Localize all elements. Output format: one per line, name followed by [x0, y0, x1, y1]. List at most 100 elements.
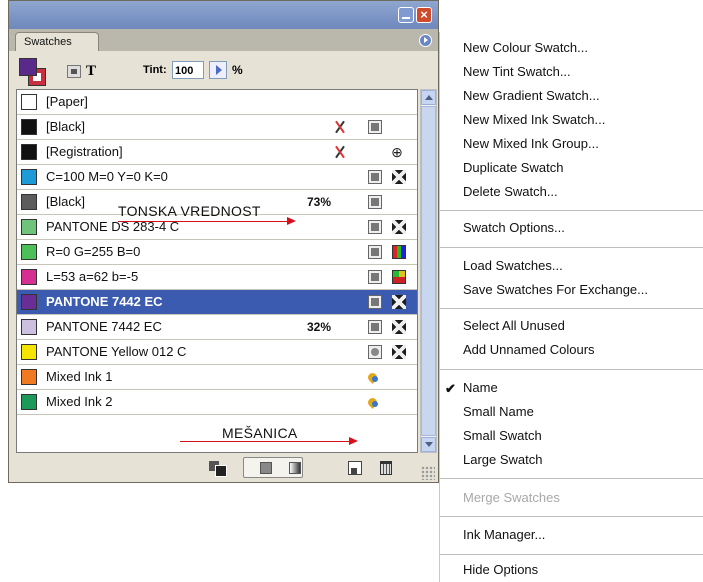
menu-item-ink-manager[interactable]: Ink Manager...	[463, 527, 545, 542]
swatch-row[interactable]: R=0 G=255 B=0	[17, 240, 417, 265]
swatch-row-selected[interactable]: PANTONE 7442 EC	[17, 290, 417, 315]
swatch-chip	[21, 319, 37, 335]
menu-separator	[440, 369, 703, 370]
swatch-name: [Black]	[46, 194, 86, 209]
cmyk-icon	[392, 345, 406, 359]
annotation-arrow-head	[349, 437, 358, 445]
swatch-chip	[21, 269, 37, 285]
menu-item-select-all-unused[interactable]: Select All Unused	[463, 318, 565, 333]
fill-swatch[interactable]	[19, 58, 37, 76]
swatch-chip	[21, 294, 37, 310]
process-color-icon	[368, 320, 382, 334]
menu-item-large-swatch[interactable]: Large Swatch	[463, 452, 543, 467]
panel-menu-button[interactable]	[419, 34, 432, 47]
swatch-chip	[21, 194, 37, 210]
scroll-up-button[interactable]	[421, 90, 436, 105]
menu-item-load-swatches[interactable]: Load Swatches...	[463, 258, 563, 273]
swatch-row[interactable]: [Black]	[17, 115, 417, 140]
process-color-icon	[368, 245, 382, 259]
process-color-icon	[368, 270, 382, 284]
fill-stroke-icon[interactable]	[19, 58, 46, 86]
lab-icon	[392, 270, 406, 284]
cmyk-icon	[392, 320, 406, 334]
close-button[interactable]: ×	[416, 7, 432, 23]
show-gradient-swatches-icon[interactable]	[289, 462, 301, 474]
tint-slider-button[interactable]	[209, 61, 227, 79]
menu-item-new-gradient-swatch[interactable]: New Gradient Swatch...	[463, 88, 600, 103]
cmyk-icon	[392, 295, 406, 309]
menu-item-add-unnamed-colours[interactable]: Add Unnamed Colours	[463, 342, 595, 357]
swatch-list-scrollbar[interactable]	[420, 89, 437, 453]
swatch-row[interactable]: [Registration] ⊕	[17, 140, 417, 165]
swatch-name: L=53 a=62 b=-5	[46, 269, 139, 284]
swatch-name: PANTONE 7442 EC	[46, 319, 162, 334]
tint-unit: %	[232, 63, 243, 77]
menu-separator	[440, 478, 703, 479]
swatch-name: Mixed Ink 2	[46, 394, 113, 409]
swatch-row[interactable]: L=53 a=62 b=-5	[17, 265, 417, 290]
menu-item-delete-swatch[interactable]: Delete Swatch...	[463, 184, 558, 199]
swatch-chip	[21, 169, 37, 185]
tint-input[interactable]: 100	[172, 61, 204, 79]
menu-item-new-tint-swatch[interactable]: New Tint Swatch...	[463, 64, 571, 79]
scroll-thumb[interactable]	[421, 106, 436, 436]
spot-color-icon	[368, 345, 382, 359]
swatches-panel: × Swatches T Tint: 100 % [Paper] [Black]	[8, 0, 439, 483]
scroll-down-button[interactable]	[421, 437, 436, 452]
swatch-name: [Paper]	[46, 94, 88, 109]
annotation-arrow-line	[118, 221, 288, 222]
formatting-container-icon[interactable]	[67, 65, 81, 78]
panel-titlebar[interactable]: ×	[9, 1, 438, 29]
swatch-name: R=0 G=255 B=0	[46, 244, 141, 259]
swatch-name: C=100 M=0 Y=0 K=0	[46, 169, 168, 184]
new-swatch-icon[interactable]	[348, 461, 362, 475]
menu-item-swatch-options[interactable]: Swatch Options...	[463, 220, 565, 235]
swatch-name: Mixed Ink 1	[46, 369, 113, 384]
swatch-chip	[21, 219, 37, 235]
process-color-icon	[368, 195, 382, 209]
resize-grip[interactable]	[421, 466, 435, 480]
menu-item-new-mixed-ink-swatch[interactable]: New Mixed Ink Swatch...	[463, 112, 605, 127]
mixed-ink-icon	[366, 370, 380, 384]
annotation-tonal-value: TONSKA VREDNOST	[118, 203, 261, 219]
tab-swatches[interactable]: Swatches	[15, 32, 99, 51]
swatch-row[interactable]: PANTONE Yellow 012 C	[17, 340, 417, 365]
no-edit-icon	[333, 145, 347, 159]
menu-item-save-swatches-for-exchange[interactable]: Save Swatches For Exchange...	[463, 282, 648, 297]
annotation-mixture: MEŠANICA	[222, 425, 298, 441]
menu-item-small-name[interactable]: Small Name	[463, 404, 534, 419]
process-color-icon	[368, 220, 382, 234]
cmyk-icon	[392, 220, 406, 234]
swatch-tint-value: 73%	[307, 195, 332, 209]
swatch-chip	[21, 119, 37, 135]
swatch-row[interactable]: Mixed Ink 2	[17, 390, 417, 415]
rgb-icon	[392, 245, 406, 259]
menu-item-duplicate-swatch[interactable]: Duplicate Swatch	[463, 160, 563, 175]
swatch-row[interactable]: [Paper]	[17, 90, 417, 115]
menu-item-name[interactable]: Name	[463, 380, 498, 395]
no-edit-icon	[333, 120, 347, 134]
menu-separator	[440, 247, 703, 248]
swatch-row[interactable]: PANTONE 7442 EC 32%	[17, 315, 417, 340]
process-color-icon	[368, 295, 382, 309]
swatch-chip	[21, 369, 37, 385]
minimize-button[interactable]	[398, 7, 414, 23]
swatch-chip	[21, 394, 37, 410]
swatch-toolbar: T Tint: 100 %	[9, 51, 438, 89]
delete-swatch-icon[interactable]	[380, 461, 392, 475]
menu-item-small-swatch[interactable]: Small Swatch	[463, 428, 542, 443]
swatch-row[interactable]: Mixed Ink 1	[17, 365, 417, 390]
show-all-swatches-icon[interactable]	[209, 461, 227, 477]
swatch-name: [Registration]	[46, 144, 123, 159]
annotation-arrow-line	[180, 441, 350, 442]
show-color-swatches-icon[interactable]	[260, 462, 272, 474]
menu-item-hide-options[interactable]: Hide Options	[463, 562, 538, 577]
annotation-arrow-head	[287, 217, 296, 225]
panel-tab-row: Swatches	[9, 29, 438, 51]
menu-item-new-mixed-ink-group[interactable]: New Mixed Ink Group...	[463, 136, 599, 151]
swatch-row[interactable]: C=100 M=0 Y=0 K=0	[17, 165, 417, 190]
formatting-text-icon[interactable]: T	[86, 63, 96, 80]
menu-item-new-colour-swatch[interactable]: New Colour Swatch...	[463, 40, 588, 55]
menu-separator	[440, 210, 703, 211]
swatch-list: [Paper] [Black] [Registration] ⊕ C=100 M…	[16, 89, 418, 453]
